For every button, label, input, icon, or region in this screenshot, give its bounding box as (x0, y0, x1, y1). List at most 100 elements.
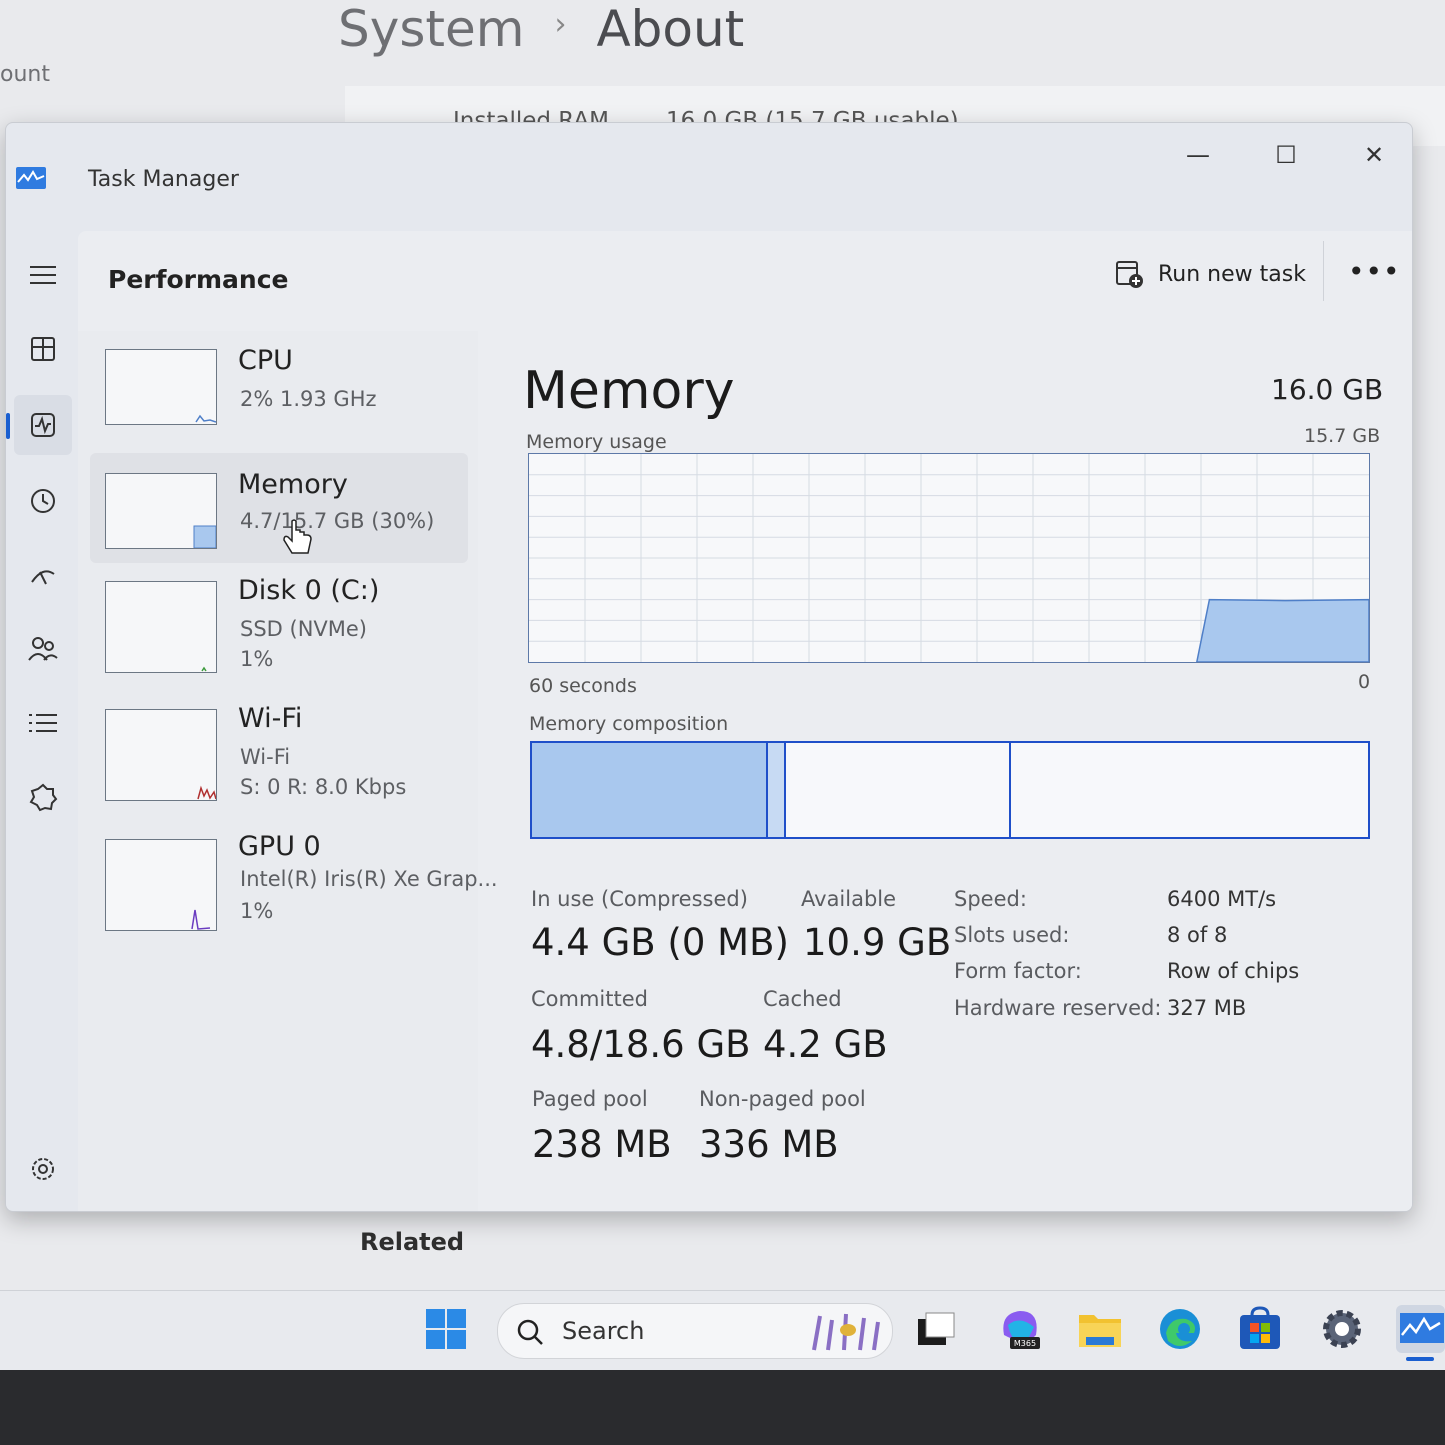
device-list: CPU 2% 1.93 GHz Memory 4.7/15.7 GB (30%)… (78, 331, 498, 1211)
memory-usage-max: 15.7 GB (1304, 425, 1381, 447)
navigation-rail (6, 223, 78, 1211)
memory-usage-label: Memory usage (526, 431, 667, 453)
paged-pool-value: 238 MB (532, 1123, 672, 1166)
microsoft-365-button[interactable]: M365 (996, 1305, 1044, 1353)
spec-slots-value: 8 of 8 (1167, 923, 1228, 947)
settings-icon (32, 1158, 54, 1180)
device-name: Disk 0 (C:) (238, 575, 380, 606)
hamburger-menu-button[interactable] (14, 245, 72, 305)
breadcrumb: System › About (338, 0, 744, 58)
app-history-icon (31, 489, 55, 513)
spec-form-factor-label: Form factor: (954, 959, 1082, 983)
nav-account-fragment[interactable]: ount (0, 62, 50, 87)
edge-button[interactable] (1156, 1305, 1204, 1353)
settings-app-button[interactable] (1318, 1305, 1366, 1353)
disk-thumbnail-graph (105, 581, 217, 673)
screen-bezel (0, 1370, 1445, 1445)
nav-processes[interactable] (14, 319, 72, 379)
in-use-value: 4.4 GB (0 MB) (531, 921, 789, 964)
nav-app-history[interactable] (14, 471, 72, 531)
graph-zero-label: 0 (1358, 671, 1371, 693)
file-explorer-icon (1079, 1315, 1121, 1347)
minimize-button[interactable]: — (1168, 135, 1228, 175)
paged-pool-label: Paged pool (532, 1087, 648, 1111)
details-icon (29, 714, 57, 732)
more-icon: ••• (1348, 255, 1401, 288)
task-manager-taskbar-button[interactable] (1396, 1305, 1445, 1361)
memory-title: Memory (523, 361, 735, 421)
available-value: 10.9 GB (803, 921, 952, 964)
nav-startup-apps[interactable] (14, 545, 72, 605)
breadcrumb-current: About (596, 0, 745, 58)
committed-label: Committed (531, 987, 648, 1011)
processes-icon (31, 337, 55, 361)
edge-icon (1160, 1309, 1200, 1349)
committed-value: 4.8/18.6 GB (531, 1023, 751, 1066)
gpu-thumbnail-graph (105, 839, 217, 931)
task-manager-app-icon (1400, 1313, 1444, 1343)
composition-free[interactable] (1011, 743, 1368, 837)
search-highlight-lavender-icon (812, 1313, 880, 1351)
device-memory[interactable]: Memory 4.7/15.7 GB (30%) (90, 453, 468, 563)
available-label: Available (801, 887, 897, 911)
store-button[interactable] (1236, 1305, 1284, 1353)
nav-users[interactable] (14, 619, 72, 679)
start-button[interactable] (422, 1305, 470, 1353)
device-cpu[interactable]: CPU 2% 1.93 GHz (90, 341, 468, 451)
non-paged-pool-value: 336 MB (699, 1123, 839, 1166)
task-manager-window: Task Manager — ☐ ✕ Performance Run new t… (5, 122, 1413, 1212)
page-title: Performance (108, 265, 289, 294)
composition-modified[interactable] (768, 743, 786, 837)
task-view-icon (918, 1312, 955, 1345)
device-detail-2: S: 0 R: 8.0 Kbps (240, 775, 407, 799)
maximize-button[interactable]: ☐ (1256, 135, 1316, 175)
toolbar-divider (1323, 241, 1324, 301)
close-button[interactable]: ✕ (1344, 135, 1404, 175)
device-detail: SSD (NVMe) (240, 617, 368, 641)
nav-performance[interactable] (6, 395, 72, 455)
store-icon (1240, 1306, 1280, 1349)
run-new-task-label: Run new task (1158, 261, 1306, 287)
memory-total: 16.0 GB (1271, 373, 1384, 406)
memory-thumbnail-graph (105, 473, 217, 549)
spec-speed-value: 6400 MT/s (1167, 887, 1277, 911)
spec-hardware-reserved-value: 327 MB (1167, 996, 1247, 1020)
nav-details[interactable] (14, 693, 72, 753)
taskbar-search[interactable]: Search (497, 1303, 893, 1359)
performance-icon (31, 413, 55, 437)
file-explorer-button[interactable] (1076, 1305, 1124, 1353)
graph-time-label: 60 seconds (529, 675, 637, 697)
search-icon (517, 1319, 543, 1345)
nav-services[interactable] (14, 767, 72, 827)
composition-in-use[interactable] (532, 743, 769, 837)
device-detail-2: 1% (240, 899, 274, 923)
nav-settings[interactable] (14, 1139, 72, 1199)
device-gpu[interactable]: GPU 0 Intel(R) Iris(R) Xe Grap... 1% (90, 825, 498, 935)
cpu-thumbnail-graph (105, 349, 217, 425)
device-name: GPU 0 (238, 831, 321, 862)
hand-cursor-icon (283, 519, 312, 554)
non-paged-pool-label: Non-paged pool (699, 1087, 866, 1111)
microsoft-365-icon: M365 (1003, 1311, 1040, 1349)
window-title: Task Manager (88, 167, 239, 192)
device-detail: Wi-Fi (240, 745, 291, 769)
svg-text:M365: M365 (1014, 1339, 1036, 1348)
composition-standby[interactable] (786, 743, 1012, 837)
task-view-button[interactable] (912, 1305, 960, 1353)
close-icon: ✕ (1363, 141, 1385, 169)
breadcrumb-parent[interactable]: System (338, 0, 524, 58)
more-options-button[interactable]: ••• (1348, 255, 1401, 288)
device-wifi[interactable]: Wi-Fi Wi-Fi S: 0 R: 8.0 Kbps (90, 695, 468, 805)
search-placeholder: Search (562, 1317, 645, 1345)
wifi-thumbnail-graph (105, 709, 217, 801)
cached-label: Cached (763, 987, 842, 1011)
settings-app-icon (1323, 1310, 1361, 1348)
maximize-icon: ☐ (1275, 141, 1297, 169)
users-icon (28, 637, 58, 661)
device-disk[interactable]: Disk 0 (C:) SSD (NVMe) 1% (90, 567, 468, 677)
device-detail: 4.7/15.7 GB (30%) (240, 509, 435, 533)
run-new-task-button[interactable]: Run new task (1114, 259, 1306, 289)
device-name: Memory (238, 469, 348, 500)
services-icon (29, 783, 58, 812)
memory-usage-area (1196, 598, 1369, 662)
